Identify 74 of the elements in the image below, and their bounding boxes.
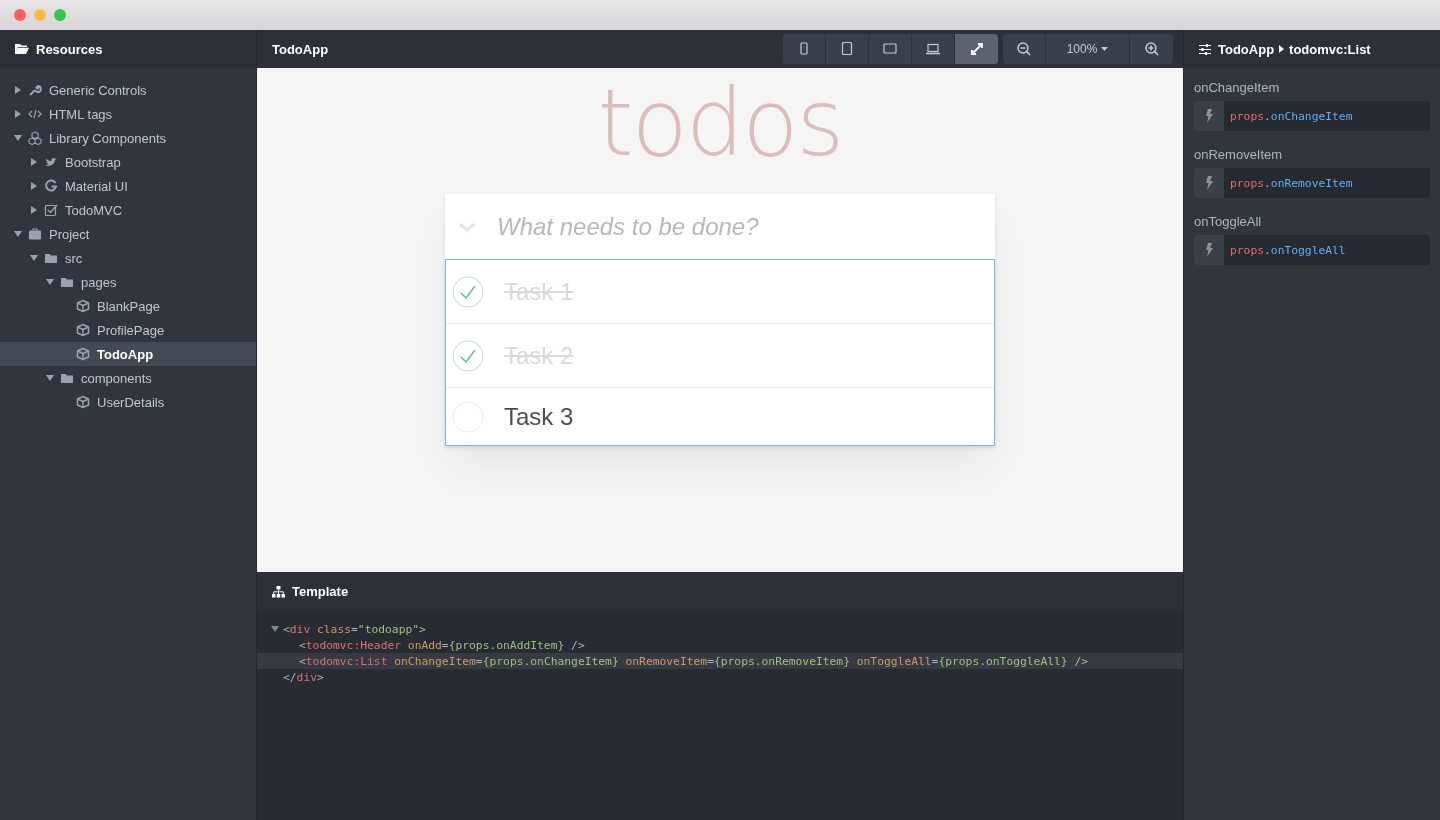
checked-circle-icon[interactable] bbox=[452, 275, 484, 308]
cube-icon bbox=[76, 299, 90, 313]
caret-down-icon[interactable] bbox=[46, 374, 54, 382]
tree-item[interactable]: src bbox=[0, 246, 256, 270]
wrench-icon bbox=[28, 83, 42, 97]
prop-label: onChangeItem bbox=[1194, 80, 1280, 95]
panel-title: Resources bbox=[36, 41, 103, 57]
cube-icon bbox=[76, 395, 90, 409]
todo-text: Task 3 bbox=[504, 402, 574, 431]
folder-icon bbox=[15, 43, 29, 55]
tree-item[interactable]: Material UI bbox=[0, 174, 256, 198]
tablet-icon bbox=[839, 41, 855, 57]
folder-icon bbox=[44, 251, 58, 265]
caret-right-icon[interactable] bbox=[30, 182, 38, 190]
caret-right-icon[interactable] bbox=[14, 86, 22, 94]
caret-down-icon[interactable] bbox=[271, 625, 279, 633]
tablet-icon bbox=[882, 41, 898, 57]
folder-icon bbox=[60, 371, 74, 385]
prop-field[interactable]: props.onChangeItem bbox=[1194, 101, 1430, 131]
caret-down-icon[interactable] bbox=[30, 254, 38, 262]
tree-item[interactable]: Library Components bbox=[0, 126, 256, 150]
cube-icon bbox=[76, 347, 90, 361]
bird-icon bbox=[44, 155, 58, 169]
lightning-icon bbox=[1205, 176, 1213, 190]
caret-right-icon[interactable] bbox=[14, 110, 22, 118]
canvas-title: TodoApp bbox=[272, 41, 329, 57]
panel-title: Template bbox=[292, 584, 349, 599]
sitemap-icon bbox=[272, 585, 285, 598]
briefcase-icon bbox=[28, 227, 42, 241]
prop-field[interactable]: props.onToggleAll bbox=[1194, 235, 1430, 265]
code-line: <div class="todoapp"> bbox=[283, 622, 426, 636]
folder-icon bbox=[60, 275, 74, 289]
laptop-icon bbox=[925, 41, 941, 57]
code-icon bbox=[28, 107, 42, 121]
prop-label: onRemoveItem bbox=[1194, 147, 1283, 162]
caret-down-icon[interactable] bbox=[14, 134, 22, 142]
cubes-icon bbox=[28, 131, 42, 145]
code-line: </div> bbox=[283, 670, 324, 684]
caret-down-icon bbox=[1101, 47, 1109, 51]
code-line: <todomvc:List onChangeItem={props.onChangeItem} onRemoveItem={props.onRemoveItem} onToggleAll={props.onToggleAll} /> bbox=[299, 654, 1089, 668]
tree-item[interactable]: TodoMVC bbox=[0, 198, 256, 222]
prop-field[interactable]: props.onRemoveItem bbox=[1194, 168, 1430, 198]
new-todo-field[interactable]: What needs to be done? bbox=[495, 211, 939, 242]
tree-item[interactable]: Project bbox=[0, 222, 256, 246]
breadcrumb-item[interactable]: TodoApp bbox=[1218, 41, 1275, 57]
caret-down-icon[interactable] bbox=[14, 230, 22, 238]
g-letter-icon bbox=[44, 179, 58, 193]
tree-item[interactable]: Generic Controls bbox=[0, 78, 256, 102]
cube-icon bbox=[76, 323, 90, 337]
lightning-icon bbox=[1205, 109, 1213, 123]
zoom-out-icon bbox=[1016, 41, 1032, 57]
caret-right-icon[interactable] bbox=[30, 158, 38, 166]
caret-right-icon[interactable] bbox=[30, 206, 38, 214]
tree-item[interactable]: pages bbox=[0, 270, 256, 294]
sliders-icon bbox=[1199, 43, 1211, 55]
tree-item[interactable]: TodoApp bbox=[0, 342, 256, 366]
lightning-icon bbox=[1205, 243, 1213, 257]
tree-item[interactable]: components bbox=[0, 366, 256, 390]
caret-down-icon[interactable] bbox=[46, 278, 54, 286]
code-line: <todomvc:Header onAdd={props.onAddItem} /> bbox=[299, 638, 585, 652]
tree-item[interactable]: Bootstrap bbox=[0, 150, 256, 174]
expand-icon bbox=[968, 41, 985, 57]
app-title: todos bbox=[597, 78, 843, 170]
checked-circle-icon[interactable] bbox=[452, 339, 484, 372]
checkbox-icon bbox=[44, 203, 58, 217]
tree-item[interactable]: HTML tags bbox=[0, 102, 256, 126]
tree-item[interactable]: BlankPage bbox=[0, 294, 256, 318]
prop-label: onToggleAll bbox=[1194, 214, 1262, 229]
caret-right-icon bbox=[1279, 45, 1285, 53]
tree-item[interactable]: ProfilePage bbox=[0, 318, 256, 342]
breadcrumb-item[interactable]: todomvc:List bbox=[1289, 41, 1371, 57]
tree-item[interactable]: UserDetails bbox=[0, 390, 256, 414]
zoom-in-icon bbox=[1143, 41, 1160, 57]
device-button[interactable] bbox=[955, 34, 998, 64]
